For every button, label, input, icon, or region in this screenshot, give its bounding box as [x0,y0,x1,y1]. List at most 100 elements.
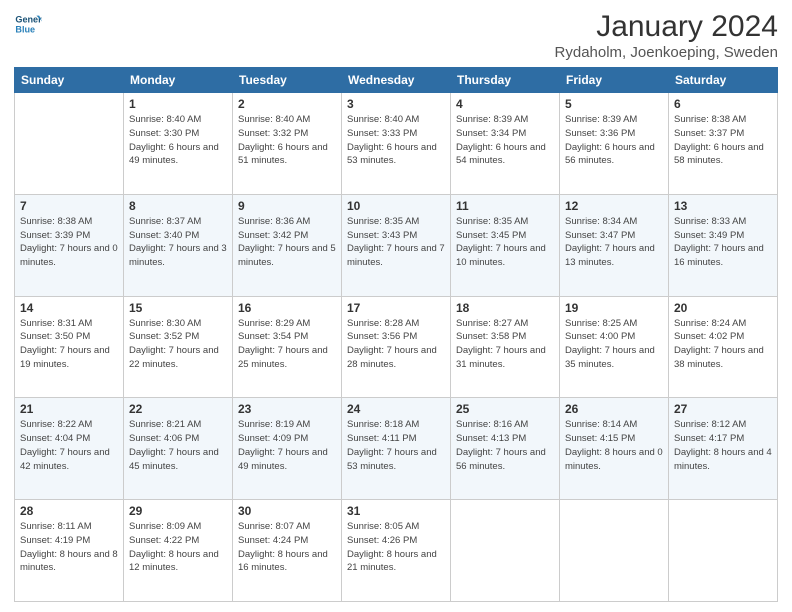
table-row [15,93,124,195]
day-number: 15 [129,301,227,315]
table-row: 3Sunrise: 8:40 AM Sunset: 3:33 PM Daylig… [342,93,451,195]
day-info: Sunrise: 8:14 AM Sunset: 4:15 PM Dayligh… [565,418,663,473]
day-number: 19 [565,301,663,315]
day-number: 3 [347,97,445,111]
day-number: 12 [565,199,663,213]
table-row: 4Sunrise: 8:39 AM Sunset: 3:34 PM Daylig… [451,93,560,195]
table-row: 8 Sunrise: 8:37 AM Sunset: 3:40 PM Daylig… [124,194,233,296]
logo: General Blue [14,10,42,38]
day-info: Sunrise: 8:39 AM Sunset: 3:36 PM Dayligh… [565,113,663,168]
table-row: 2Sunrise: 8:40 AM Sunset: 3:32 PM Daylig… [233,93,342,195]
day-number: 7 [20,199,118,213]
day-info: Sunrise: 8:30 AM Sunset: 3:52 PM Dayligh… [129,317,227,372]
day-info: Sunrise: 8:09 AM Sunset: 4:22 PM Dayligh… [129,520,227,575]
col-saturday: Saturday [669,68,778,93]
day-number: 26 [565,402,663,416]
table-row: 31 Sunrise: 8:05 AM Sunset: 4:26 PM Dayli… [342,500,451,602]
day-number: 17 [347,301,445,315]
day-number: 30 [238,504,336,518]
col-friday: Friday [560,68,669,93]
day-number: 25 [456,402,554,416]
day-info: Sunrise: 8:12 AM Sunset: 4:17 PM Dayligh… [674,418,772,473]
day-number: 6 [674,97,772,111]
day-info: Sunrise: 8:24 AM Sunset: 4:02 PM Dayligh… [674,317,772,372]
day-number: 16 [238,301,336,315]
table-row: 19Sunrise: 8:25 AM Sunset: 4:00 PM Dayli… [560,296,669,398]
day-number: 29 [129,504,227,518]
day-info: Sunrise: 8:35 AM Sunset: 3:45 PM Dayligh… [456,215,554,270]
day-info: Sunrise: 8:34 AM Sunset: 3:47 PM Dayligh… [565,215,663,270]
day-info: Sunrise: 8:11 AM Sunset: 4:19 PM Dayligh… [20,520,118,575]
day-number: 31 [347,504,445,518]
col-tuesday: Tuesday [233,68,342,93]
col-wednesday: Wednesday [342,68,451,93]
day-number: 14 [20,301,118,315]
table-row: 5 Sunrise: 8:39 AM Sunset: 3:36 PM Daylig… [560,93,669,195]
table-row: 17 Sunrise: 8:28 AM Sunset: 3:56 PM Dayli… [342,296,451,398]
table-row: 29 Sunrise: 8:09 AM Sunset: 4:22 PM Dayli… [124,500,233,602]
table-row: 10 Sunrise: 8:35 AM Sunset: 3:43 PM Dayli… [342,194,451,296]
calendar-week-row: 1Sunrise: 8:40 AM Sunset: 3:30 PM Daylig… [15,93,778,195]
table-row: 25 Sunrise: 8:16 AM Sunset: 4:13 PM Dayli… [451,398,560,500]
header: General Blue January 2024 Rydaholm, Joen… [14,10,778,61]
col-sunday: Sunday [15,68,124,93]
table-row: 24 Sunrise: 8:18 AM Sunset: 4:11 PM Dayli… [342,398,451,500]
table-row: 6 Sunrise: 8:38 AM Sunset: 3:37 PM Daylig… [669,93,778,195]
day-info: Sunrise: 8:33 AM Sunset: 3:49 PM Dayligh… [674,215,772,270]
day-number: 8 [129,199,227,213]
table-row [669,500,778,602]
day-number: 5 [565,97,663,111]
day-info: Sunrise: 8:40 AM Sunset: 3:32 PM Dayligh… [238,113,336,168]
day-number: 28 [20,504,118,518]
calendar-table: Sunday Monday Tuesday Wednesday Thursday… [14,67,778,602]
day-number: 23 [238,402,336,416]
day-number: 22 [129,402,227,416]
title-block: January 2024 Rydaholm, Joenkoeping, Swed… [555,10,778,61]
day-number: 9 [238,199,336,213]
day-info: Sunrise: 8:28 AM Sunset: 3:56 PM Dayligh… [347,317,445,372]
day-info: Sunrise: 8:38 AM Sunset: 3:37 PM Dayligh… [674,113,772,168]
day-info: Sunrise: 8:19 AM Sunset: 4:09 PM Dayligh… [238,418,336,473]
table-row: 18 Sunrise: 8:27 AM Sunset: 3:58 PM Dayli… [451,296,560,398]
day-info: Sunrise: 8:38 AM Sunset: 3:39 PM Dayligh… [20,215,118,270]
page: General Blue January 2024 Rydaholm, Joen… [0,0,792,612]
table-row: 23 Sunrise: 8:19 AM Sunset: 4:09 PM Dayli… [233,398,342,500]
table-row: 30 Sunrise: 8:07 AM Sunset: 4:24 PM Dayli… [233,500,342,602]
col-thursday: Thursday [451,68,560,93]
day-number: 24 [347,402,445,416]
main-title: January 2024 [555,10,778,44]
day-info: Sunrise: 8:29 AM Sunset: 3:54 PM Dayligh… [238,317,336,372]
day-info: Sunrise: 8:16 AM Sunset: 4:13 PM Dayligh… [456,418,554,473]
calendar-week-row: 14 Sunrise: 8:31 AM Sunset: 3:50 PM Dayli… [15,296,778,398]
day-number: 4 [456,97,554,111]
table-row: 15 Sunrise: 8:30 AM Sunset: 3:52 PM Dayli… [124,296,233,398]
col-monday: Monday [124,68,233,93]
day-info: Sunrise: 8:36 AM Sunset: 3:42 PM Dayligh… [238,215,336,270]
table-row: 16 Sunrise: 8:29 AM Sunset: 3:54 PM Dayli… [233,296,342,398]
table-row: 1Sunrise: 8:40 AM Sunset: 3:30 PM Daylig… [124,93,233,195]
table-row: 27Sunrise: 8:12 AM Sunset: 4:17 PM Dayli… [669,398,778,500]
subtitle: Rydaholm, Joenkoeping, Sweden [555,44,778,61]
calendar-week-row: 21Sunrise: 8:22 AM Sunset: 4:04 PM Dayli… [15,398,778,500]
day-info: Sunrise: 8:07 AM Sunset: 4:24 PM Dayligh… [238,520,336,575]
day-number: 21 [20,402,118,416]
table-row: 26 Sunrise: 8:14 AM Sunset: 4:15 PM Dayli… [560,398,669,500]
day-info: Sunrise: 8:31 AM Sunset: 3:50 PM Dayligh… [20,317,118,372]
table-row: 20 Sunrise: 8:24 AM Sunset: 4:02 PM Dayli… [669,296,778,398]
table-row: 9 Sunrise: 8:36 AM Sunset: 3:42 PM Daylig… [233,194,342,296]
day-number: 20 [674,301,772,315]
table-row: 14 Sunrise: 8:31 AM Sunset: 3:50 PM Dayli… [15,296,124,398]
day-info: Sunrise: 8:27 AM Sunset: 3:58 PM Dayligh… [456,317,554,372]
day-info: Sunrise: 8:35 AM Sunset: 3:43 PM Dayligh… [347,215,445,270]
day-info: Sunrise: 8:37 AM Sunset: 3:40 PM Dayligh… [129,215,227,270]
day-number: 10 [347,199,445,213]
day-number: 18 [456,301,554,315]
day-info: Sunrise: 8:18 AM Sunset: 4:11 PM Dayligh… [347,418,445,473]
table-row: 28 Sunrise: 8:11 AM Sunset: 4:19 PM Dayli… [15,500,124,602]
logo-icon: General Blue [14,10,42,38]
calendar-week-row: 7 Sunrise: 8:38 AM Sunset: 3:39 PM Daylig… [15,194,778,296]
table-row [451,500,560,602]
day-info: Sunrise: 8:05 AM Sunset: 4:26 PM Dayligh… [347,520,445,575]
calendar-header-row: Sunday Monday Tuesday Wednesday Thursday… [15,68,778,93]
svg-text:Blue: Blue [15,24,35,34]
